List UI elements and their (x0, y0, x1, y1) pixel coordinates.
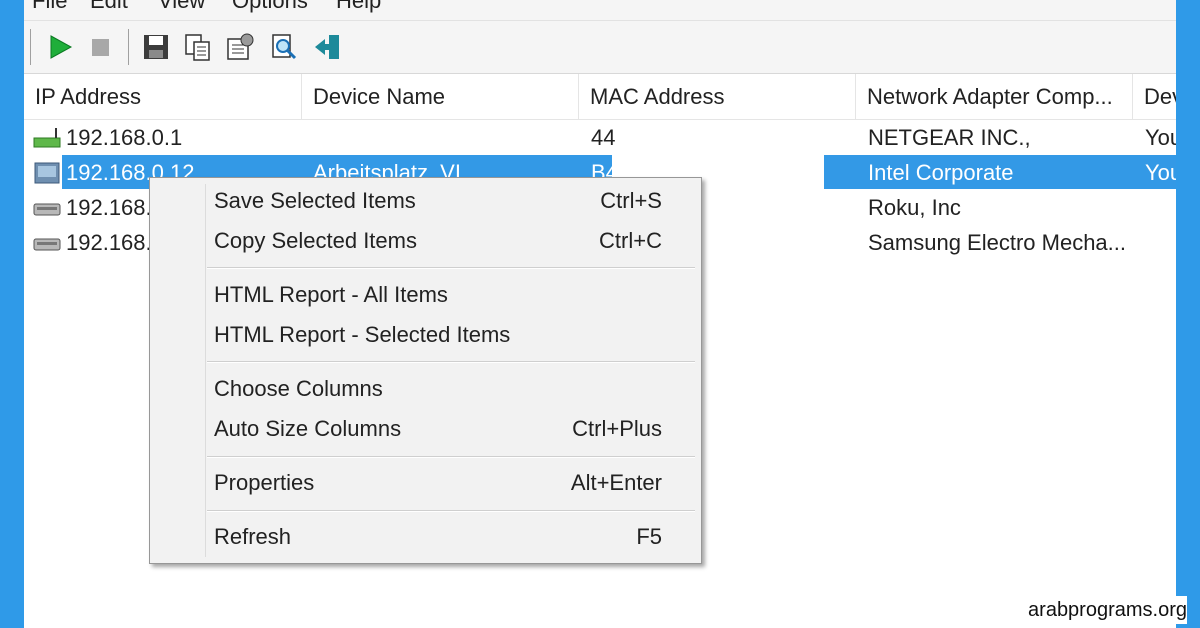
watermark: arabprograms.org (1017, 596, 1187, 624)
menu-help[interactable]: Help (336, 0, 381, 14)
mac-address-cell: 44 (591, 125, 616, 150)
menu-item-html-report-all[interactable]: HTML Report - All Items (150, 275, 701, 315)
properties-icon[interactable] (224, 31, 256, 63)
menu-file[interactable]: File (32, 0, 67, 14)
toolbar (24, 20, 1176, 74)
menu-item-label: Save Selected Items (214, 188, 416, 213)
adapter-cell: Intel Corporate (868, 160, 1014, 185)
column-device-type[interactable]: Dev (1133, 74, 1176, 119)
column-mac-address[interactable]: MAC Address (579, 74, 856, 119)
adapter-cell: Roku, Inc (868, 195, 961, 220)
adapter-cell: NETGEAR INC., (868, 125, 1031, 150)
menu-view[interactable]: View (158, 0, 205, 14)
menu-options[interactable]: Options (232, 0, 308, 14)
menu-item-auto-size-columns[interactable]: Auto Size Columns Ctrl+Plus (150, 409, 701, 449)
ip-address-cell: 192.168.0.1 (66, 125, 183, 150)
menu-item-choose-columns[interactable]: Choose Columns (150, 369, 701, 409)
device-icon (33, 238, 61, 251)
menu-separator (207, 267, 695, 269)
device-type-cell: You (1145, 160, 1176, 185)
menu-item-refresh[interactable]: Refresh F5 (150, 517, 701, 557)
menu-item-label: Auto Size Columns (214, 416, 402, 441)
menu-item-properties[interactable]: Properties Alt+Enter (150, 463, 701, 503)
device-icon (33, 203, 61, 216)
list-header: IP Address Device Name MAC Address Netwo… (24, 74, 1176, 120)
copy-icon[interactable] (182, 31, 214, 63)
table-row[interactable]: 192.168.0.1 44 NETGEAR INC., You (24, 120, 1176, 155)
menu-item-shortcut: Ctrl+C (599, 228, 662, 253)
menu-item-shortcut: Ctrl+S (600, 188, 662, 213)
menu-edit[interactable]: Edit (90, 0, 128, 14)
find-icon[interactable] (268, 31, 300, 63)
menu-item-label: Choose Columns (214, 376, 383, 401)
context-menu: Save Selected Items Ctrl+S Copy Selected… (149, 177, 702, 564)
computer-icon (34, 162, 60, 184)
menu-separator (207, 510, 695, 512)
play-icon[interactable] (44, 31, 76, 63)
menu-item-save-selected[interactable]: Save Selected Items Ctrl+S (150, 181, 701, 221)
exit-icon[interactable] (312, 31, 344, 63)
menu-item-html-report-selected[interactable]: HTML Report - Selected Items (150, 315, 701, 355)
device-type-cell: You (1145, 125, 1176, 150)
router-icon (33, 128, 61, 148)
menu-item-label: HTML Report - All Items (214, 282, 448, 307)
menu-bar: File Edit View Options Help (24, 0, 1176, 20)
menu-item-copy-selected[interactable]: Copy Selected Items Ctrl+C (150, 221, 701, 261)
menu-item-shortcut: Alt+Enter (570, 470, 662, 495)
toolbar-separator (128, 29, 129, 65)
menu-item-shortcut: Ctrl+Plus (572, 416, 662, 441)
menu-item-label: Copy Selected Items (214, 228, 417, 253)
stop-icon[interactable] (84, 31, 116, 63)
column-network-adapter[interactable]: Network Adapter Comp... (856, 74, 1133, 119)
menu-item-label: Properties (214, 470, 315, 495)
menu-separator (207, 456, 695, 458)
toolbar-separator (30, 29, 31, 65)
column-device-name[interactable]: Device Name (302, 74, 579, 119)
save-icon[interactable] (140, 31, 172, 63)
menu-item-shortcut: F5 (636, 524, 662, 549)
menu-separator (207, 361, 695, 363)
adapter-cell: Samsung Electro Mecha... (868, 230, 1127, 255)
column-ip-address[interactable]: IP Address (24, 74, 302, 119)
menu-item-label: HTML Report - Selected Items (214, 322, 511, 347)
menu-item-label: Refresh (214, 524, 292, 549)
